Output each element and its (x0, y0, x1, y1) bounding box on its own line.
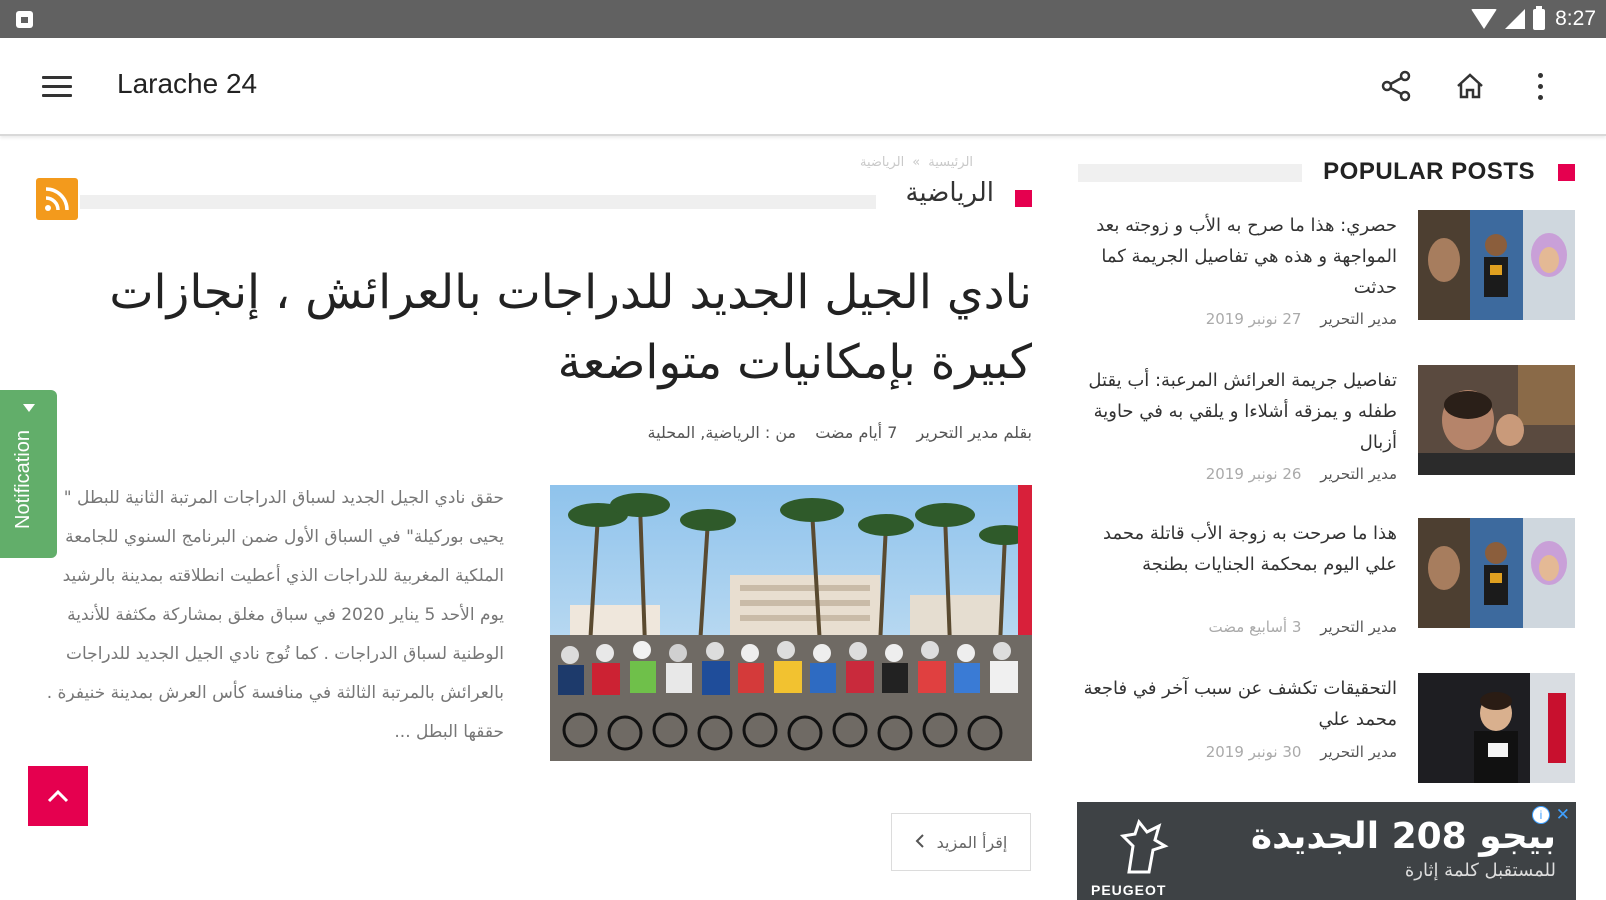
popular-post-meta: مدير التحرير 3 أسابيع مضت (1077, 618, 1397, 636)
status-icons: 8:27 (1471, 5, 1596, 32)
scroll-to-top-button[interactable] (28, 766, 88, 826)
category-divider (80, 195, 876, 209)
popular-post-item[interactable]: حصري: هذا ما صرح به الأب و زوجته بعد الم… (1078, 210, 1575, 360)
popular-posts-divider (1078, 164, 1302, 182)
arrow-down-icon (23, 404, 35, 412)
popular-post-thumbnail[interactable] (1418, 518, 1575, 628)
notification-label: Notification (12, 430, 34, 529)
app-bar: Larache 24 (0, 38, 1606, 136)
popular-posts-title: POPULAR POSTS (1323, 158, 1535, 185)
status-time: 8:27 (1555, 7, 1596, 30)
popular-post-item[interactable]: تفاصيل جريمة العرائش المرعبة: أب يقتل طف… (1078, 365, 1575, 515)
chevron-up-icon (47, 789, 69, 803)
popular-posts-header: POPULAR POSTS (1078, 158, 1575, 192)
post-title[interactable]: نادي الجيل الجديد للدراجات بالعرائش ، إن… (36, 258, 1032, 398)
breadcrumb-current[interactable]: الرياضية (860, 155, 904, 170)
ad-subline: للمستقبل كلمة إثارة (1404, 860, 1556, 881)
post-time: 7 أيام مضت (815, 423, 898, 442)
popular-post-thumbnail[interactable] (1418, 365, 1575, 475)
breadcrumb: الرئيسية » الرياضية (860, 155, 1030, 170)
popular-post-date: 26 نونبر 2019 (1205, 465, 1302, 483)
read-more-button[interactable]: إقرأ المزيد (891, 813, 1031, 871)
ad-banner[interactable]: PEUGEOT بيجو 208 الجديدة للمستقبل كلمة إ… (1077, 802, 1576, 900)
popular-post-meta: مدير التحرير 30 نونبر 2019 (1077, 743, 1397, 761)
popular-post-item[interactable]: التحقيقات تكشف عن سبب آخر في فاجعة محمد … (1078, 673, 1575, 823)
popular-post-meta: مدير التحرير 27 نونبر 2019 (1077, 310, 1397, 328)
notification-app-icon (16, 11, 33, 28)
popular-post-item[interactable]: هذا ما صرحت به زوجة الأب قاتلة محمد علي … (1078, 518, 1575, 668)
popular-post-meta: مدير التحرير 26 نونبر 2019 (1077, 465, 1397, 483)
signal-icon (1505, 9, 1526, 29)
popular-post-title[interactable]: حصري: هذا ما صرح به الأب و زوجته بعد الم… (1077, 210, 1397, 303)
popular-post-thumbnail[interactable] (1418, 673, 1575, 783)
more-options-icon[interactable] (1520, 66, 1560, 106)
popular-post-thumbnail[interactable] (1418, 210, 1575, 320)
category-marker (1015, 190, 1032, 207)
ad-brand: PEUGEOT (1091, 882, 1167, 898)
battery-icon (1533, 5, 1546, 30)
popular-posts-marker (1558, 164, 1575, 181)
popular-post-date: 27 نونبر 2019 (1205, 310, 1302, 328)
ad-info-icon[interactable]: i (1532, 806, 1550, 824)
post-author: بقلم مدير التحرير (916, 423, 1033, 442)
read-more-label: إقرأ المزيد (936, 832, 1008, 852)
popular-post-author: مدير التحرير (1320, 618, 1397, 636)
category-title: الرياضية (905, 178, 994, 208)
status-bar: 8:27 (0, 0, 1606, 38)
breadcrumb-separator: » (912, 155, 921, 170)
category-header: الرياضية (36, 178, 1032, 220)
app-title: Larache 24 (117, 68, 258, 99)
popular-post-author: مدير التحرير (1320, 743, 1397, 761)
post-excerpt: حقق نادي الجيل الجديد لسباق الدراجات الم… (46, 488, 504, 742)
popular-post-date: 30 نونبر 2019 (1205, 743, 1302, 761)
menu-icon[interactable] (42, 76, 72, 98)
popular-post-date: 3 أسابيع مضت (1208, 618, 1302, 636)
ad-close-icon[interactable]: ✕ (1556, 805, 1570, 825)
post-categories[interactable]: من : الرياضية, المحلية (648, 423, 797, 442)
popular-post-title[interactable]: تفاصيل جريمة العرائش المرعبة: أب يقتل طف… (1077, 365, 1397, 458)
rss-icon[interactable] (36, 178, 78, 220)
chevron-left-icon (915, 833, 925, 852)
popular-post-author: مدير التحرير (1320, 465, 1397, 483)
breadcrumb-home[interactable]: الرئيسية (928, 155, 973, 170)
popular-post-author: مدير التحرير (1320, 310, 1397, 328)
notification-tab[interactable]: Notification (0, 390, 57, 558)
post-image[interactable] (550, 485, 1032, 761)
home-icon[interactable] (1450, 66, 1490, 106)
share-icon[interactable] (1376, 66, 1416, 106)
popular-post-title[interactable]: التحقيقات تكشف عن سبب آخر في فاجعة محمد … (1077, 673, 1397, 735)
popular-post-title[interactable]: هذا ما صرحت به زوجة الأب قاتلة محمد علي … (1077, 518, 1397, 580)
post-meta: بقلم مدير التحرير 7 أيام مضت من : الرياض… (560, 423, 1032, 442)
peugeot-lion-icon (1119, 818, 1169, 874)
wifi-icon (1471, 9, 1498, 29)
ad-headline: بيجو 208 الجديدة (1250, 816, 1556, 857)
